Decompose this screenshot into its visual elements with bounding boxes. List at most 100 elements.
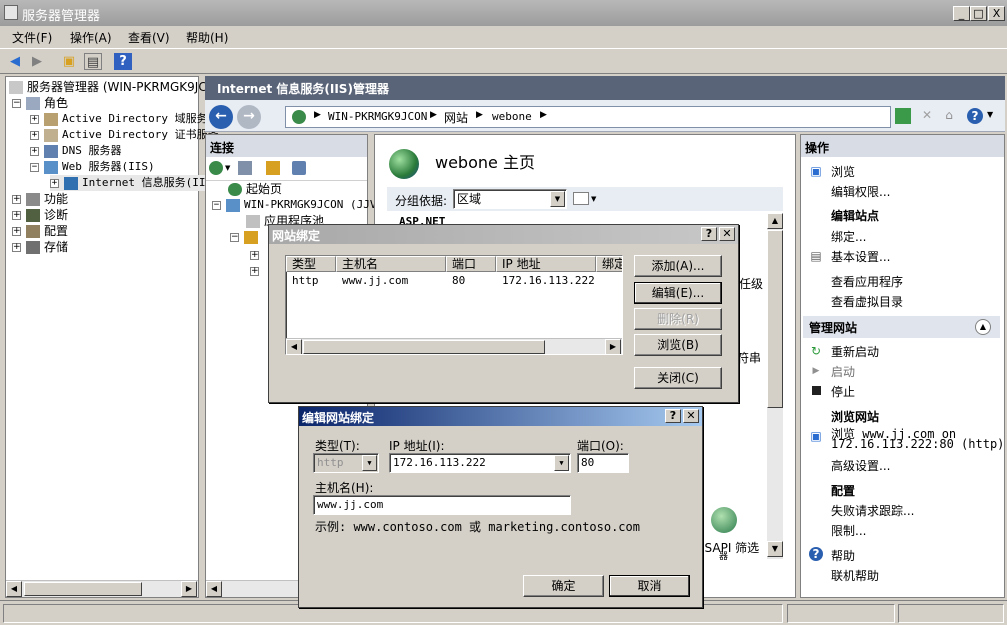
menu-file[interactable]: 文件(F) bbox=[12, 29, 52, 46]
address-bar[interactable]: ▶ WIN-PKRMGK9JCON ▶ 网站 ▶ webone ▶ bbox=[285, 106, 891, 128]
dialog-help-button[interactable]: ? bbox=[701, 227, 717, 241]
action-view-applications[interactable]: 查看应用程序 bbox=[831, 273, 903, 290]
help-dropdown-icon[interactable]: ▼ bbox=[987, 110, 993, 119]
action-start[interactable]: 启动 bbox=[831, 363, 855, 380]
edit-binding-button[interactable]: 编辑(E)... bbox=[634, 282, 722, 304]
view-mode-icon[interactable] bbox=[573, 192, 589, 205]
ok-button[interactable]: 确定 bbox=[523, 575, 604, 597]
host-name-input[interactable]: www.jj.com bbox=[313, 495, 571, 515]
action-browse-site-line2[interactable]: 172.16.113.222:80 (http) bbox=[831, 437, 1004, 451]
isapi-filters-label[interactable]: ISAPI 筛选 bbox=[701, 539, 759, 556]
scroll-left-arrow-icon[interactable]: ◀ bbox=[6, 581, 22, 597]
action-help[interactable]: 帮助 bbox=[831, 547, 855, 564]
connect-globe-icon[interactable] bbox=[209, 161, 223, 175]
dialog-close-button[interactable]: ✕ bbox=[683, 409, 699, 423]
tree-item-server-manager[interactable]: 服务器管理器 (WIN-PKRMGK9JCO bbox=[9, 79, 216, 95]
home-icon[interactable]: ⌂ bbox=[941, 108, 957, 124]
tree-item-dns[interactable]: + DNS 服务器 bbox=[30, 143, 122, 159]
menu-action[interactable]: 操作(A) bbox=[70, 29, 112, 46]
action-view-virtual-dirs[interactable]: 查看虚拟目录 bbox=[831, 293, 903, 310]
up-folder-icon[interactable]: ▣ bbox=[60, 53, 78, 70]
bindings-list[interactable]: 类型 主机名 端口 IP 地址 绑定 http www.jj.com 80 17… bbox=[285, 255, 623, 355]
connect-dropdown-icon[interactable]: ▼ bbox=[225, 164, 230, 172]
action-browse[interactable]: 浏览 bbox=[831, 163, 855, 180]
port-input[interactable]: 80 bbox=[577, 453, 629, 473]
scroll-down-arrow-icon[interactable]: ▼ bbox=[767, 541, 783, 557]
close-button[interactable]: X bbox=[988, 6, 1005, 21]
back-arrow-icon[interactable]: ◀ bbox=[6, 53, 24, 70]
action-failed-request-tracing[interactable]: 失败请求跟踪... bbox=[831, 502, 914, 519]
scroll-right-arrow-icon[interactable]: ▶ bbox=[605, 339, 621, 354]
tree-item-roles[interactable]: − 角色 bbox=[12, 95, 68, 111]
help-circle-icon[interactable]: ? bbox=[967, 108, 983, 124]
nav-forward-icon[interactable]: → bbox=[237, 105, 261, 129]
tree-item-sites[interactable]: − bbox=[230, 229, 262, 245]
stop-icon[interactable]: ✕ bbox=[919, 108, 935, 124]
collapse-chevron-icon[interactable]: ▲ bbox=[975, 319, 991, 335]
scroll-thumb[interactable] bbox=[303, 340, 545, 354]
add-binding-button[interactable]: 添加(A)... bbox=[634, 255, 722, 277]
menu-view[interactable]: 查看(V) bbox=[128, 29, 170, 46]
tree-item-server-node[interactable]: − WIN-PKRMGK9JCON (JJV bbox=[212, 197, 376, 213]
delete-connection-icon[interactable] bbox=[292, 161, 306, 175]
scroll-right-arrow-icon[interactable]: ▶ bbox=[181, 581, 197, 597]
dialog-help-button[interactable]: ? bbox=[665, 409, 681, 423]
minimize-button[interactable]: _ bbox=[953, 6, 970, 21]
action-restart[interactable]: 重新启动 bbox=[831, 343, 879, 360]
column-header-type[interactable]: 类型 bbox=[286, 256, 336, 272]
tree-item-web-server[interactable]: − Web 服务器(IIS) bbox=[30, 159, 155, 175]
group-by-select[interactable]: 区域 ▼ bbox=[453, 189, 567, 209]
breadcrumb-sites[interactable]: 网站 bbox=[444, 109, 468, 126]
tree-item-configuration[interactable]: + 配置 bbox=[12, 223, 68, 239]
tree-item-iis[interactable]: + Internet 信息服务(IIS) bbox=[50, 175, 219, 191]
maximize-button[interactable]: □ bbox=[970, 6, 987, 21]
action-basic-settings[interactable]: 基本设置... bbox=[831, 248, 890, 265]
column-header-ip[interactable]: IP 地址 bbox=[496, 256, 596, 272]
column-header-binding[interactable]: 绑定 bbox=[596, 256, 622, 272]
tree-item-site-1[interactable]: + bbox=[250, 247, 264, 263]
column-header-hostname[interactable]: 主机名 bbox=[336, 256, 446, 272]
nav-back-icon[interactable]: ← bbox=[209, 105, 233, 129]
scroll-left-arrow-icon[interactable]: ◀ bbox=[286, 339, 302, 354]
scroll-up-arrow-icon[interactable]: ▲ bbox=[767, 213, 783, 229]
tree-item-start-page[interactable]: 起始页 bbox=[228, 181, 282, 197]
bindings-horizontal-scrollbar[interactable]: ◀ ▶ bbox=[286, 338, 622, 354]
tree-item-site-2[interactable]: + bbox=[250, 263, 264, 279]
show-hide-tree-icon[interactable]: ▤ bbox=[84, 53, 102, 70]
action-advanced-settings[interactable]: 高级设置... bbox=[831, 457, 890, 474]
action-stop[interactable]: 停止 bbox=[831, 383, 855, 400]
tree-item-ad-cs[interactable]: + Active Directory 证书服务 bbox=[30, 127, 219, 143]
remove-binding-button[interactable]: 删除(R) bbox=[634, 308, 722, 330]
action-edit-permissions[interactable]: 编辑权限... bbox=[831, 183, 890, 200]
type-select[interactable]: http ▼ bbox=[313, 453, 379, 473]
breadcrumb-site[interactable]: webone bbox=[492, 110, 532, 123]
isapi-filters-icon[interactable] bbox=[711, 507, 737, 533]
action-limits[interactable]: 限制... bbox=[831, 522, 866, 539]
scroll-thumb[interactable] bbox=[24, 582, 142, 596]
action-bindings[interactable]: 绑定... bbox=[831, 228, 866, 245]
dialog-close-button[interactable]: ✕ bbox=[719, 227, 735, 241]
scroll-left-arrow-icon[interactable]: ◀ bbox=[206, 581, 222, 597]
refresh-icon[interactable] bbox=[895, 108, 911, 124]
column-header-port[interactable]: 端口 bbox=[446, 256, 496, 272]
help-icon[interactable]: ? bbox=[114, 53, 132, 70]
save-icon[interactable] bbox=[238, 161, 252, 175]
tree-item-features[interactable]: + 功能 bbox=[12, 191, 68, 207]
browse-binding-button[interactable]: 浏览(B) bbox=[634, 334, 722, 356]
ip-address-select[interactable]: 172.16.113.222 ▼ bbox=[389, 453, 571, 473]
scroll-thumb[interactable] bbox=[767, 230, 783, 408]
tree-item-storage[interactable]: + 存储 bbox=[12, 239, 68, 255]
tree-item-diagnostics[interactable]: + 诊断 bbox=[12, 207, 68, 223]
up-folder-icon[interactable] bbox=[266, 161, 280, 175]
close-bindings-button[interactable]: 关闭(C) bbox=[634, 367, 722, 389]
breadcrumb-server[interactable]: WIN-PKRMGK9JCON bbox=[328, 110, 427, 123]
menu-help[interactable]: 帮助(H) bbox=[186, 29, 228, 46]
tree-item-ad-ds[interactable]: + Active Directory 域服务 bbox=[30, 111, 208, 127]
action-online-help[interactable]: 联机帮助 bbox=[831, 567, 879, 584]
manage-site-header[interactable]: 管理网站 ▲ bbox=[803, 316, 1000, 338]
view-mode-dropdown-icon[interactable]: ▼ bbox=[591, 195, 596, 203]
binding-row[interactable]: http www.jj.com 80 172.16.113.222 bbox=[287, 273, 622, 289]
center-vertical-scrollbar[interactable]: ▲ ▼ bbox=[767, 213, 783, 559]
tree-horizontal-scrollbar[interactable]: ◀ ▶ bbox=[6, 580, 198, 597]
forward-arrow-icon[interactable]: ▶ bbox=[28, 53, 46, 70]
